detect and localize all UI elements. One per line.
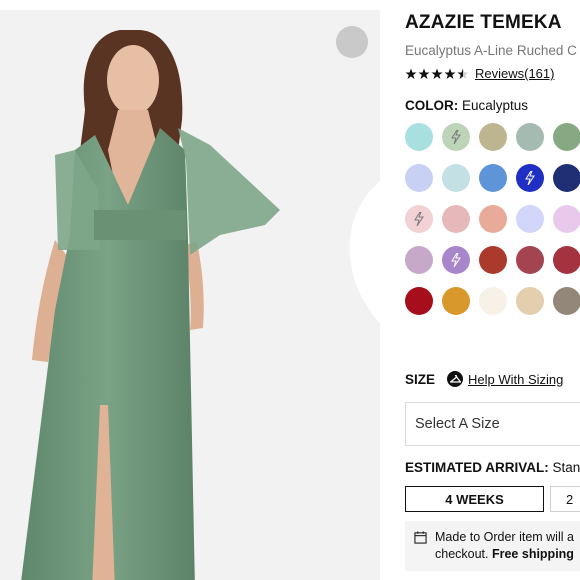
star-icon [444,68,456,79]
color-swatch[interactable] [553,123,580,151]
lightning-bolt-icon [451,253,461,267]
product-subtitle: Eucalyptus A-Line Ruched C [405,43,577,58]
color-swatch[interactable] [479,164,507,192]
heart-icon [349,181,380,323]
color-swatch[interactable] [516,287,544,315]
favorite-button[interactable] [336,26,380,323]
color-swatch[interactable] [516,123,544,151]
free-shipping-text: Free shipping [491,547,574,561]
product-image[interactable] [0,10,380,580]
size-select[interactable]: Select A Size [405,402,580,446]
hanger-icon [447,371,464,387]
color-swatch[interactable] [442,164,470,192]
color-swatch[interactable] [442,246,470,274]
notice-line-2-text: checkout. [435,547,492,561]
reviews-link[interactable]: Reviews(161) [475,66,554,81]
color-swatch[interactable] [442,123,470,151]
color-swatch-grid [405,123,580,315]
color-swatch[interactable] [405,287,433,315]
color-swatch[interactable] [479,205,507,233]
color-swatch[interactable] [553,287,580,315]
made-to-order-notice: Made to Order item will a checkout. Free… [405,521,580,571]
calendar-icon [414,531,427,544]
rating-row: Reviews(161) [405,66,554,81]
product-info-panel: AZAZIE TEMEKA Eucalyptus A-Line Ruched C… [405,0,580,580]
color-label-row: COLOR: Eucalyptus [405,98,528,113]
color-swatch[interactable] [553,246,580,274]
color-swatch[interactable] [516,246,544,274]
color-swatch[interactable] [479,287,507,315]
notice-line-2: checkout. Free shipping [435,546,574,562]
lightning-bolt-icon [451,130,461,144]
color-swatch[interactable] [442,205,470,233]
star-rating [405,68,469,80]
lightning-bolt-icon [525,171,535,185]
product-title: AZAZIE TEMEKA [405,12,562,33]
color-label: COLOR: [405,98,459,113]
color-swatch[interactable] [479,123,507,151]
model-photo [0,10,380,580]
star-icon [431,68,443,79]
color-swatch[interactable] [405,123,433,151]
shipping-option-4-weeks[interactable]: 4 WEEKS [405,486,544,512]
shipping-options: 4 WEEKS 2 [405,486,580,512]
shipping-option-2[interactable]: 2 [550,486,580,512]
star-icon [418,68,430,79]
color-swatch[interactable] [405,246,433,274]
star-icon [457,68,469,79]
estimated-arrival: ESTIMATED ARRIVAL: Stan [405,460,580,475]
notice-line-1: Made to Order item will a [435,530,574,544]
color-swatch[interactable] [405,164,433,192]
selected-color: Eucalyptus [462,98,529,113]
color-swatch[interactable] [516,205,544,233]
star-icon [405,68,417,79]
size-row: SIZE Help With Sizing [405,371,563,387]
color-swatch[interactable] [553,164,580,192]
arrival-value: Stan [552,460,580,475]
size-help-link[interactable]: Help With Sizing [447,371,563,387]
color-swatch[interactable] [553,205,580,233]
color-swatch[interactable] [442,287,470,315]
size-label: SIZE [405,371,436,387]
lightning-bolt-icon [414,212,424,226]
size-help-label: Help With Sizing [468,371,564,387]
color-swatch[interactable] [516,164,544,192]
arrival-label: ESTIMATED ARRIVAL: [405,460,549,475]
color-swatch[interactable] [405,205,433,233]
color-swatch[interactable] [479,246,507,274]
